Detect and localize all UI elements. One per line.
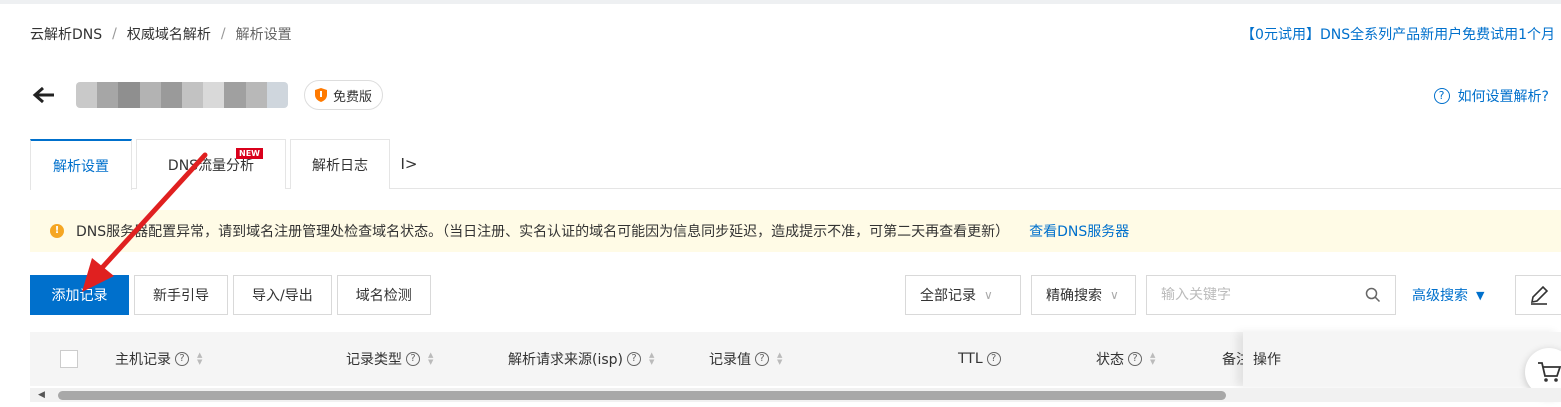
question-icon[interactable]: ? xyxy=(755,352,769,366)
caret-down-icon: ▼ xyxy=(1476,288,1485,302)
search-mode-select[interactable]: 精确搜索 ∨ xyxy=(1031,275,1136,315)
column-label: 状态 xyxy=(1096,352,1124,368)
domain-check-button[interactable]: 域名检测 xyxy=(336,275,431,315)
view-dns-servers-link[interactable]: 查看DNS服务器 xyxy=(1029,221,1129,241)
filter-bar: 全部记录 ∨ 精确搜索 ∨ 高级搜索 ▼ xyxy=(905,275,1484,315)
search-mode-value: 精确搜索 xyxy=(1046,288,1102,304)
advanced-search-link[interactable]: 高级搜索 ▼ xyxy=(1412,285,1484,305)
tab-dns-settings[interactable]: 解析设置 xyxy=(30,139,132,190)
scroll-left-icon[interactable]: ◀ xyxy=(38,390,45,400)
search-box xyxy=(1146,275,1396,315)
tab-dns-logs[interactable]: 解析日志 xyxy=(290,139,390,189)
breadcrumb-dns[interactable]: 云解析DNS xyxy=(30,24,102,44)
horizontal-scrollbar[interactable]: ◀ xyxy=(30,388,1561,402)
tab-label: 解析日志 xyxy=(312,157,368,174)
column-label: 记录值 xyxy=(709,352,751,368)
sort-icon[interactable]: ▲ ▼ xyxy=(777,352,782,366)
column-record-type[interactable]: 记录类型 ? ▲ ▼ xyxy=(346,332,433,386)
question-icon[interactable]: ? xyxy=(406,352,420,366)
guide-button[interactable]: 新手引导 xyxy=(134,275,228,315)
shield-icon xyxy=(315,88,327,102)
alert-banner: ! DNS服务器配置异常，请到域名注册管理处检查域名状态。（当日注册、实名认证的… xyxy=(30,210,1561,252)
select-all-checkbox[interactable] xyxy=(60,350,78,368)
column-isp[interactable]: 解析请求来源(isp) ? ▲ ▼ xyxy=(508,332,654,386)
breadcrumb: 云解析DNS / 权威域名解析 / 解析设置 xyxy=(30,24,292,44)
column-ttl[interactable]: TTL ? xyxy=(958,332,1001,386)
column-record-value[interactable]: 记录值 ? ▲ ▼ xyxy=(709,332,782,386)
new-badge: NEW xyxy=(236,148,263,159)
warning-icon: ! xyxy=(50,224,64,238)
sort-icon[interactable]: ▲ ▼ xyxy=(197,352,202,366)
search-input[interactable] xyxy=(1161,287,1351,303)
help-link[interactable]: ? 如何设置解析? xyxy=(1433,86,1549,106)
sort-icon[interactable]: ▲ ▼ xyxy=(1150,352,1155,366)
column-status[interactable]: 状态 ? ▲ ▼ xyxy=(1096,332,1155,386)
import-export-button[interactable]: 导入/导出 xyxy=(233,275,332,315)
tab-bar: 解析设置 DNS流量分析 NEW 解析日志 I> xyxy=(30,139,424,190)
cart-icon xyxy=(1538,362,1561,382)
tab-dns-traffic[interactable]: DNS流量分析 NEW xyxy=(136,139,286,189)
domain-header: 免费版 xyxy=(30,78,384,112)
column-actions: 操作 xyxy=(1243,332,1561,386)
pencil-icon xyxy=(1530,285,1548,305)
record-filter-select[interactable]: 全部记录 ∨ xyxy=(905,275,1021,315)
tab-label: 解析设置 xyxy=(53,158,109,175)
question-icon[interactable]: ? xyxy=(986,352,1001,366)
plan-badge: 免费版 xyxy=(304,80,384,110)
back-arrow-icon[interactable] xyxy=(30,81,58,109)
sort-icon[interactable]: ▲ ▼ xyxy=(428,352,433,366)
breadcrumb-authoritative[interactable]: 权威域名解析 xyxy=(127,24,211,44)
tab-scroll-right-icon[interactable]: I> xyxy=(394,139,424,189)
promo-link[interactable]: 【0元试用】DNS全系列产品新用户免费试用1个月 xyxy=(1241,24,1555,44)
chevron-down-icon: ∨ xyxy=(1110,288,1119,302)
breadcrumb-current: 解析设置 xyxy=(235,27,292,43)
toolbar: 添加记录 新手引导 导入/导出 域名检测 xyxy=(30,275,436,315)
add-record-button[interactable]: 添加记录 xyxy=(30,275,129,315)
column-host[interactable]: 主机记录 ? ▲ ▼ xyxy=(115,332,202,386)
help-link-label: 如何设置解析? xyxy=(1457,89,1549,105)
record-filter-value: 全部记录 xyxy=(920,288,976,304)
scrollbar-thumb[interactable] xyxy=(58,391,1226,400)
breadcrumb-separator: / xyxy=(220,26,226,42)
question-icon[interactable]: ? xyxy=(1128,352,1142,366)
column-label: 主机记录 xyxy=(115,352,171,368)
alert-text: DNS服务器配置异常，请到域名注册管理处检查域名状态。（当日注册、实名认证的域名… xyxy=(76,224,1010,240)
plan-badge-label: 免费版 xyxy=(333,89,373,105)
column-label: 操作 xyxy=(1253,352,1281,368)
top-border xyxy=(0,0,1561,4)
column-label: 解析请求来源(isp) xyxy=(508,352,623,368)
search-icon[interactable] xyxy=(1365,287,1381,303)
advanced-search-label: 高级搜索 xyxy=(1412,288,1468,304)
blurred-domain-name xyxy=(76,82,288,108)
question-icon: ? xyxy=(1433,88,1450,104)
question-icon[interactable]: ? xyxy=(175,352,189,366)
breadcrumb-separator: / xyxy=(112,26,117,42)
edit-button[interactable] xyxy=(1515,275,1561,315)
column-label: 记录类型 xyxy=(346,352,402,368)
chevron-down-icon: ∨ xyxy=(984,288,993,302)
sort-icon[interactable]: ▲ ▼ xyxy=(649,352,654,366)
question-icon[interactable]: ? xyxy=(627,352,641,366)
column-label: TTL xyxy=(958,351,983,367)
